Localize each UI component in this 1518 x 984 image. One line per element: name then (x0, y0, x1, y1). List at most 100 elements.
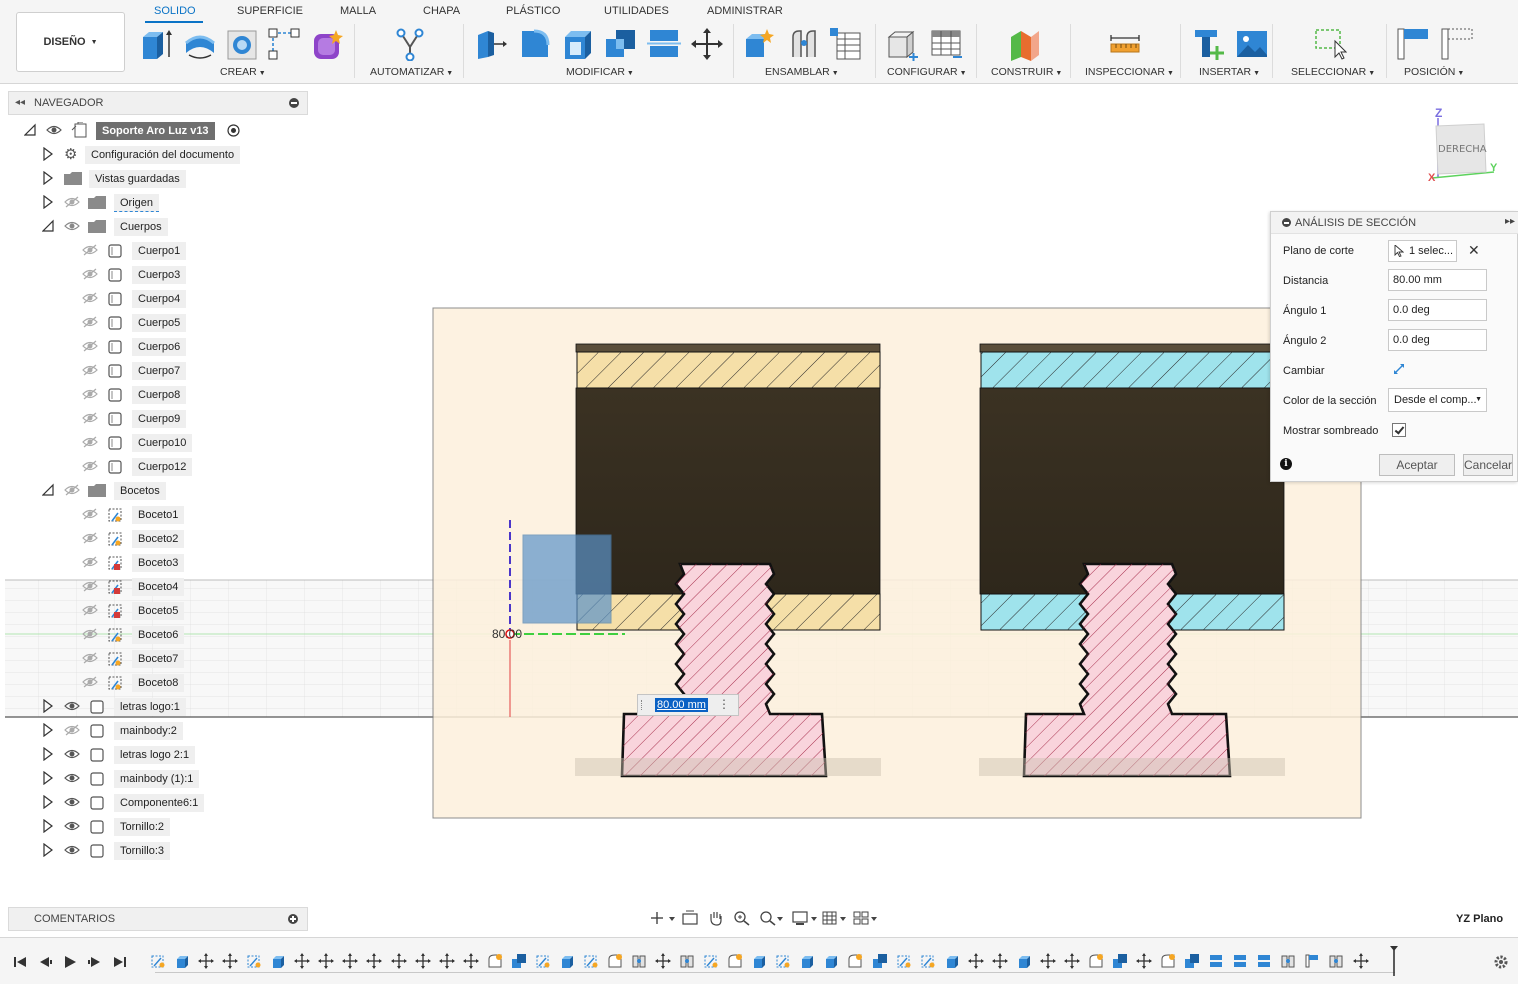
timeline-feature-form-icon[interactable] (487, 953, 503, 969)
tree-item-label[interactable]: Bocetos (114, 482, 166, 500)
look-at-icon[interactable] (681, 910, 699, 926)
tree-item-label[interactable]: mainbody:2 (114, 722, 183, 740)
tree-item-label[interactable]: Boceto4 (132, 578, 185, 596)
shell-icon[interactable] (561, 27, 595, 61)
hole-icon[interactable] (226, 27, 260, 61)
collapse-triangle-icon[interactable] (42, 219, 54, 233)
visibility-eye-hidden-icon[interactable] (82, 652, 98, 664)
collapse-navigator-icon[interactable]: ◂◂ (15, 97, 25, 108)
tree-item-label[interactable]: Boceto7 (132, 650, 185, 668)
more-options-icon[interactable]: ⋮ (718, 697, 730, 711)
section-color-dropdown[interactable]: Desde el comp... ▼ (1388, 388, 1487, 412)
play-icon[interactable] (61, 953, 79, 971)
insert-derive-icon[interactable] (1192, 27, 1226, 61)
visibility-eye-icon[interactable] (64, 772, 80, 784)
visibility-eye-hidden-icon[interactable] (82, 436, 98, 448)
timeline-feature-combine-icon[interactable] (872, 953, 888, 969)
press-pull-icon[interactable] (474, 27, 508, 61)
bill-of-materials-icon[interactable] (829, 27, 863, 61)
angle1-field[interactable] (1388, 299, 1487, 321)
timeline-feature-extrude-icon[interactable] (174, 953, 190, 969)
display-settings-icon[interactable] (791, 910, 819, 926)
visibility-eye-hidden-icon[interactable] (82, 364, 98, 376)
menu-posicion[interactable]: POSICIÓN ▼ (1404, 66, 1464, 78)
menu-inspeccionar[interactable]: INSPECCIONAR ▼ (1085, 66, 1174, 78)
tree-item-label[interactable]: Cuerpo5 (132, 314, 187, 332)
menu-ensamblar[interactable]: ENSAMBLAR ▼ (765, 66, 839, 78)
visibility-eye-hidden-icon[interactable] (64, 484, 80, 496)
tree-item-label[interactable]: Boceto6 (132, 626, 185, 644)
cut-plane-selector[interactable]: 1 selec... (1388, 240, 1457, 262)
measure-icon[interactable] (1108, 27, 1142, 61)
tree-item-label[interactable]: Boceto8 (132, 674, 185, 692)
fillet-icon[interactable] (518, 27, 552, 61)
tree-item-label[interactable]: Configuración del documento (85, 146, 241, 164)
distance-field[interactable] (1388, 269, 1487, 291)
visibility-eye-hidden-icon[interactable] (82, 316, 98, 328)
tree-item-label[interactable]: Cuerpo1 (132, 242, 187, 260)
tree-item-label[interactable]: Tornillo:3 (114, 842, 171, 860)
expand-triangle-icon[interactable] (42, 699, 54, 713)
timeline-feature-move-icon[interactable] (222, 953, 239, 969)
timeline-feature-joint-icon[interactable] (631, 953, 647, 969)
viewcube[interactable]: Z DERECHA Y X (1428, 106, 1500, 184)
minimize-navigator-icon[interactable] (289, 98, 299, 108)
menu-seleccionar[interactable]: SELECCIONAR ▼ (1291, 66, 1375, 78)
timeline-feature-move-icon[interactable] (1352, 953, 1369, 969)
expand-panel-icon[interactable]: ▸▸ (1505, 216, 1515, 227)
menu-modificar[interactable]: MODIFICAR ▼ (566, 66, 634, 78)
timeline-feature-extrude-icon[interactable] (799, 953, 815, 969)
visibility-eye-icon[interactable] (64, 748, 80, 760)
timeline-feature-extrude-icon[interactable] (751, 953, 767, 969)
visibility-eye-hidden-icon[interactable] (82, 412, 98, 424)
timeline-feature-sketch-icon[interactable] (246, 953, 262, 969)
tree-item-label[interactable]: Cuerpos (114, 218, 168, 236)
angle2-field[interactable] (1388, 329, 1487, 351)
tree-item-label[interactable]: Cuerpo9 (132, 410, 187, 428)
tab-chapa[interactable]: CHAPA (423, 5, 460, 17)
orbit-icon[interactable] (649, 910, 677, 926)
timeline-feature-sketch-icon[interactable] (775, 953, 791, 969)
flip-icon[interactable] (1392, 362, 1406, 376)
visibility-eye-hidden-icon[interactable] (82, 292, 98, 304)
document-name[interactable]: Soporte Aro Luz v13 (96, 122, 215, 140)
activate-component-icon[interactable] (227, 124, 240, 137)
timeline-feature-move-icon[interactable] (991, 953, 1008, 969)
select-icon[interactable] (1313, 27, 1347, 61)
visibility-eye-hidden-icon[interactable] (82, 268, 98, 280)
split-body-icon[interactable] (647, 27, 681, 61)
visibility-eye-hidden-icon[interactable] (82, 460, 98, 472)
tree-item-label[interactable]: letras logo 2:1 (114, 746, 196, 764)
collapse-triangle-icon[interactable] (24, 123, 36, 137)
timeline-feature-extrude-icon[interactable] (1016, 953, 1032, 969)
timeline-feature-move-icon[interactable] (1063, 953, 1080, 969)
visibility-eye-icon[interactable] (64, 844, 80, 856)
expand-triangle-icon[interactable] (42, 747, 54, 761)
pattern-icon[interactable] (267, 27, 301, 61)
visibility-eye-icon[interactable] (64, 796, 80, 808)
visibility-eye-hidden-icon[interactable] (64, 196, 80, 208)
timeline-feature-sketch-icon[interactable] (150, 953, 166, 969)
timeline-feature-move-icon[interactable] (967, 953, 984, 969)
timeline-feature-move-icon[interactable] (318, 953, 335, 969)
automate-icon[interactable] (393, 27, 427, 61)
step-forward-icon[interactable] (86, 953, 104, 971)
timeline-marker[interactable] (1390, 946, 1398, 976)
timeline-feature-move-icon[interactable] (438, 953, 455, 969)
grid-settings-icon[interactable] (821, 910, 849, 926)
timeline-feature-split-icon[interactable] (1256, 953, 1272, 969)
tab-administrar[interactable]: ADMINISTRAR (707, 5, 783, 17)
timeline-feature-combine-icon[interactable] (1184, 953, 1200, 969)
timeline-feature-move-icon[interactable] (198, 953, 215, 969)
timeline-feature-form-icon[interactable] (607, 953, 623, 969)
timeline-feature-sketch-icon[interactable] (703, 953, 719, 969)
viewcube-face-label[interactable]: DERECHA (1438, 144, 1487, 155)
ok-button[interactable]: Aceptar (1379, 454, 1455, 476)
timeline-feature-form-icon[interactable] (727, 953, 743, 969)
parameters-icon[interactable] (885, 27, 919, 61)
visibility-eye-hidden-icon[interactable] (82, 340, 98, 352)
tree-item-label[interactable]: mainbody (1):1 (114, 770, 200, 788)
timeline-feature-split-icon[interactable] (1208, 953, 1224, 969)
timeline-feature-joint-icon[interactable] (1280, 953, 1296, 969)
move-icon[interactable] (690, 27, 724, 61)
